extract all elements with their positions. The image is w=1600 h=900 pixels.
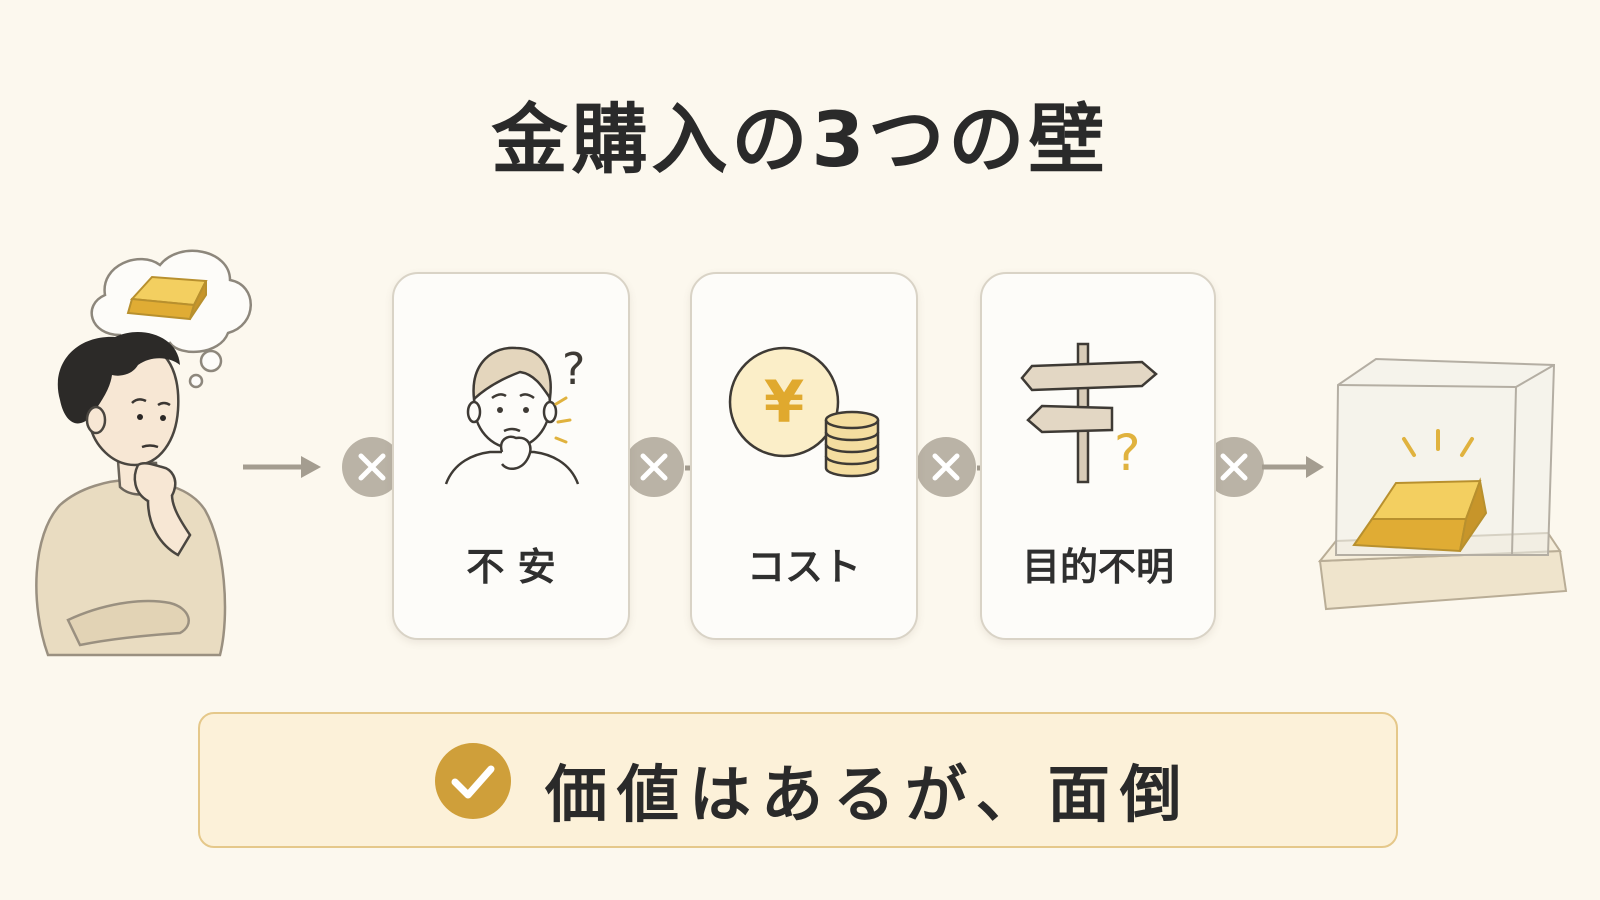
thinking-person-illustration: [35, 249, 252, 657]
summary-banner: 価値はあるが、面倒: [198, 712, 1398, 848]
barrier-label-anxiety: 不 安: [466, 545, 556, 589]
summary-text: 価値はあるが、面倒: [545, 758, 1192, 831]
barrier-label-cost: コスト: [746, 545, 861, 589]
check-circle-icon: [435, 743, 511, 819]
barrier-card-cost: ¥ コスト: [690, 272, 918, 640]
svg-text:?: ?: [1114, 424, 1141, 482]
gold-display-case-illustration: [1317, 357, 1568, 611]
barrier-card-anxiety: ? 不 安: [392, 272, 630, 640]
barrier-card-unclear-purpose: ? 目的不明: [980, 272, 1216, 640]
svg-text:?: ?: [562, 344, 585, 395]
page-title: 金購入の3つの壁: [491, 95, 1109, 184]
barrier-label-unclear-purpose: 目的不明: [1021, 545, 1174, 589]
signpost-question-icon: ?: [1020, 342, 1158, 484]
worried-person-icon: ?: [444, 344, 585, 485]
yen-coins-icon: ¥: [728, 346, 880, 478]
svg-text:¥: ¥: [764, 368, 804, 436]
